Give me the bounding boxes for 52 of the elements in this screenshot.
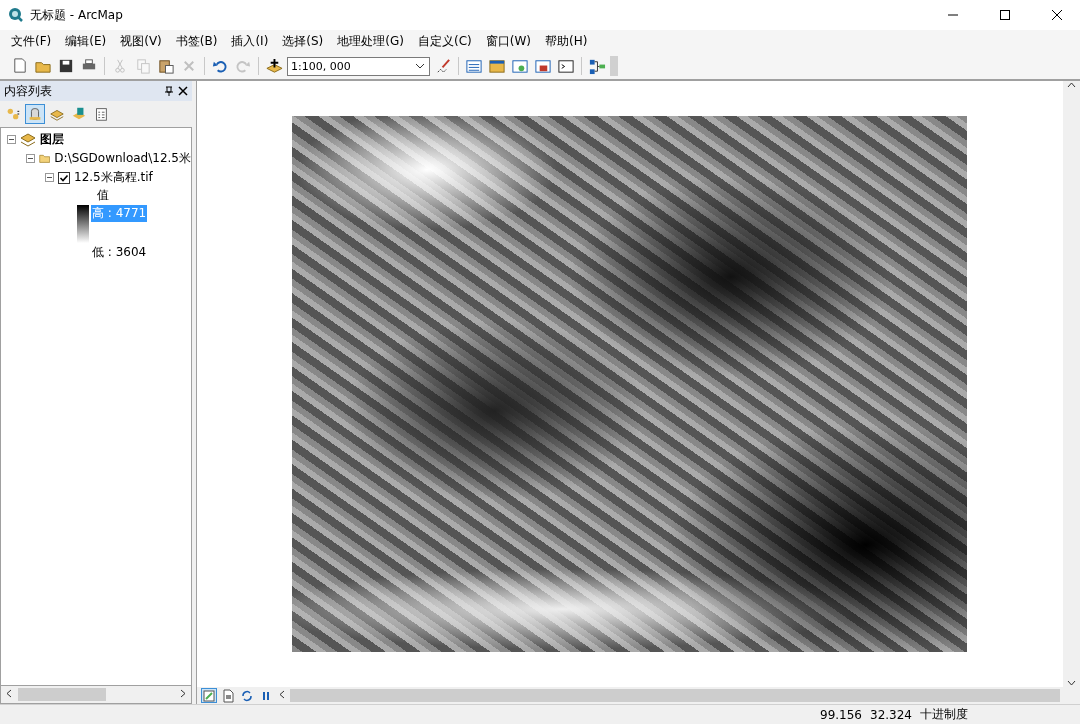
legend-low-label[interactable]: 低 : 3604: [91, 244, 148, 261]
minus-icon: [27, 155, 34, 162]
refresh-view-button[interactable]: [239, 688, 255, 703]
drawing-order-icon: [5, 106, 21, 122]
minus-icon: [8, 136, 15, 143]
y-coordinate: 32.324: [870, 707, 912, 722]
scroll-thumb[interactable]: [18, 688, 106, 701]
menu-item[interactable]: 插入(I): [224, 31, 276, 52]
menu-item[interactable]: 窗口(W): [478, 31, 538, 52]
options-icon: [93, 106, 109, 122]
folder-icon: [39, 152, 51, 165]
pin-icon[interactable]: [164, 86, 188, 96]
coordinate-units: 十进制度: [920, 706, 968, 723]
data-icon: [202, 688, 216, 703]
scroll-thumb[interactable]: [290, 689, 1060, 702]
layout-view-button[interactable]: [220, 688, 236, 703]
minus-icon: [46, 174, 53, 181]
menu-item[interactable]: 选择(S): [275, 31, 331, 52]
color-ramp: [77, 205, 89, 243]
menu-item[interactable]: 帮助(H): [537, 31, 595, 52]
close-icon: [1052, 10, 1062, 20]
legend-heading: 值: [96, 187, 110, 204]
app-logo-icon: [8, 7, 24, 23]
scale-dropdown[interactable]: 1:100, 000: [287, 56, 430, 76]
check-icon: [59, 172, 69, 183]
layer-checkbox[interactable]: [58, 171, 70, 184]
scroll-up-icon[interactable]: [1067, 81, 1076, 90]
layer-name[interactable]: 12.5米高程.tif: [74, 169, 153, 186]
add-tool-icon[interactable]: [264, 56, 284, 76]
layout-icon: [221, 688, 235, 703]
menu-item[interactable]: 地理处理(G): [330, 31, 411, 52]
menu-item[interactable]: 书签(B): [168, 31, 225, 52]
layers-icon: [20, 132, 36, 147]
toolbar-overflow-grip[interactable]: [610, 56, 618, 76]
refresh-icon: [240, 688, 254, 703]
caret-icon: [415, 63, 425, 69]
collapse-toggle[interactable]: [26, 154, 35, 163]
data-view-button[interactable]: [201, 688, 217, 703]
maximize-icon: [1000, 10, 1010, 20]
panel-title: 内容列表: [4, 82, 52, 100]
menu-item[interactable]: 视图(V): [113, 31, 169, 52]
window-title: 无标题 - ArcMap: [30, 6, 124, 24]
menu-item[interactable]: 文件(F): [4, 31, 59, 52]
menu-item[interactable]: 自定义(C): [410, 31, 479, 52]
collapse-toggle[interactable]: [7, 135, 16, 144]
collapse-toggle[interactable]: [45, 173, 54, 182]
scroll-down-icon[interactable]: [1067, 678, 1076, 687]
menu-item[interactable]: 编辑(E): [58, 31, 114, 52]
x-coordinate: 99.156: [820, 707, 862, 722]
layers-label[interactable]: 图层: [40, 131, 64, 148]
folder-path[interactable]: D:\SGDownload\12.5米: [54, 150, 191, 167]
selection-icon: [71, 106, 87, 122]
